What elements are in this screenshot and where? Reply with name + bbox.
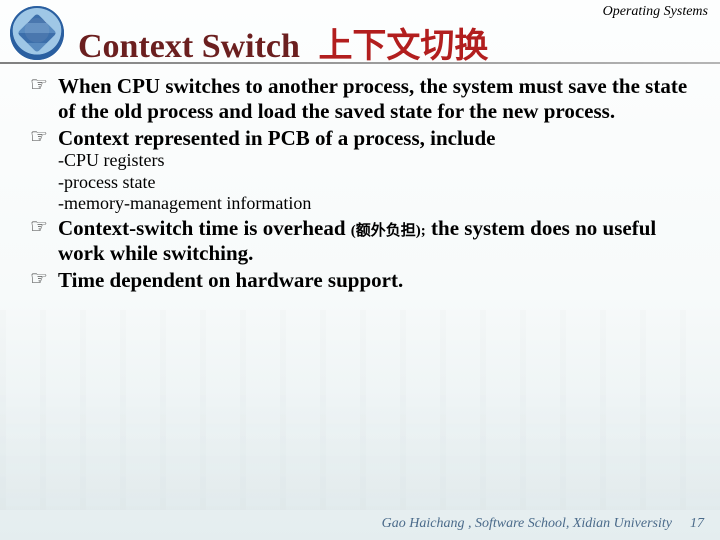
sub-list: -CPU registers -process state -memory-ma… [30,150,704,214]
title-underline [0,62,720,64]
title-chinese: 上下文切换 [318,28,488,65]
slide-title: Context Switch 上下文切换 [78,18,488,67]
slide-content: When CPU switches to another process, th… [30,74,704,294]
sub-item: -memory-management information [58,193,704,214]
logo-emblem-icon [17,13,57,53]
bullet-item: Context-switch time is overhead (额外负担); … [30,216,704,266]
university-logo [10,6,64,60]
background-building [0,310,720,510]
sub-item: -CPU registers [58,150,704,171]
course-header: Operating Systems [603,4,708,20]
sub-item: -process state [58,172,704,193]
bullet-item: When CPU switches to another process, th… [30,74,704,124]
bullet-paren: (额外负担); [351,223,426,239]
bullet-item: Context represented in PCB of a process,… [30,126,704,151]
bullet-item: Time dependent on hardware support. [30,268,704,293]
title-english: Context Switch [78,28,300,65]
slide-footer: Gao Haichang , Software School, Xidian U… [382,516,704,532]
footer-credit: Gao Haichang , Software School, Xidian U… [382,516,672,532]
page-number: 17 [690,516,704,532]
bullet-text-pre: Context-switch time is overhead [58,216,351,240]
